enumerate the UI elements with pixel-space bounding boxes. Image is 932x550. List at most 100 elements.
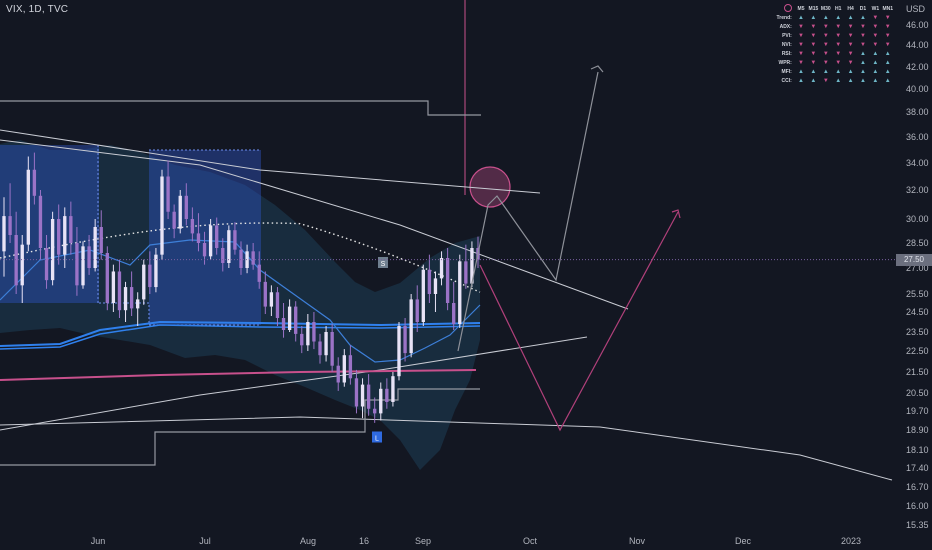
up-signal-icon: ▲	[872, 59, 879, 66]
candle-body	[287, 306, 292, 330]
candle-body	[38, 195, 43, 248]
timeframe-header: M15	[808, 5, 819, 12]
target-circle	[469, 166, 511, 208]
down-signal-icon: ▼	[835, 32, 842, 39]
down-signal-icon: ▼	[798, 32, 804, 39]
down-signal-icon: ▼	[847, 59, 854, 66]
candle-body	[190, 219, 195, 234]
y-tick-label: 19.70	[906, 406, 929, 416]
down-signal-icon: ▼	[884, 41, 891, 48]
candle-body	[2, 216, 6, 252]
indicator-label: RSI:	[781, 50, 792, 57]
candle-body	[142, 264, 146, 300]
candle-body	[87, 246, 91, 268]
x-tick-label: 16	[359, 536, 369, 546]
y-tick-label: 34.00	[906, 158, 929, 168]
candle-body	[433, 278, 438, 294]
down-signal-icon: ▼	[872, 23, 879, 30]
up-signal-icon: ▲	[798, 14, 804, 21]
indicator-label: CCI:	[781, 77, 792, 84]
candle-body	[275, 292, 280, 318]
candle-body	[227, 230, 231, 263]
down-signal-icon: ▼	[798, 50, 804, 57]
candle-body	[32, 169, 37, 196]
candle-body	[452, 303, 456, 324]
down-signal-icon: ▼	[835, 23, 842, 30]
up-signal-icon: ▲	[847, 14, 854, 21]
candle-body	[148, 264, 152, 288]
down-signal-icon: ▼	[822, 50, 829, 57]
down-signal-icon: ▼	[835, 41, 842, 48]
candle-body	[136, 299, 140, 309]
y-tick-label: 16.00	[906, 501, 929, 511]
candle-body	[397, 326, 401, 377]
y-tick-label: 36.00	[906, 132, 929, 142]
candle-body	[69, 216, 73, 243]
indicator-row: PVI: ▼ ▼ ▼ ▼ ▼ ▼ ▼ ▼	[770, 31, 894, 40]
candle-body	[360, 384, 365, 407]
candle-body	[154, 254, 158, 288]
down-signal-icon: ▼	[810, 23, 817, 30]
timeframe-header: MN1	[882, 5, 894, 12]
y-tick-label: 20.50	[906, 388, 929, 398]
down-signal-icon: ▼	[810, 59, 817, 66]
up-signal-icon: ▲	[859, 77, 866, 84]
candle-body	[409, 299, 413, 354]
candle-body	[50, 219, 55, 281]
candle-body	[233, 230, 237, 250]
candle-body	[14, 235, 18, 286]
x-tick-label: Dec	[735, 536, 752, 546]
up-signal-icon: ▲	[872, 68, 879, 75]
gear-icon[interactable]	[770, 3, 795, 14]
down-signal-icon: ▼	[847, 32, 854, 39]
candle-body	[385, 388, 389, 402]
y-tick-label: 25.50	[906, 289, 929, 299]
down-signal-icon: ▼	[884, 23, 891, 30]
up-signal-icon: ▲	[847, 68, 854, 75]
y-tick-label: 24.50	[906, 307, 929, 317]
down-signal-icon: ▼	[810, 32, 817, 39]
down-signal-icon: ▼	[822, 23, 829, 30]
indicator-row: Trend: ▲ ▲ ▲ ▲ ▲ ▲ ▼ ▼	[770, 13, 894, 22]
indicator-label: NVI:	[781, 41, 792, 48]
candle-body	[221, 248, 225, 263]
y-tick-label: 42.00	[906, 62, 929, 72]
y-tick-label: 21.50	[906, 367, 929, 377]
up-signal-icon: ▲	[859, 14, 866, 21]
up-signal-icon: ▲	[822, 68, 829, 75]
indicator-panel: M5 M15 M30 H1 H4 D1 W1 MN1 Trend: ▲ ▲ ▲ ▲ ▲ ▲ ▼ ▼ ADX: ▼ ▼ ▼…	[770, 3, 894, 85]
candle-body	[300, 333, 304, 346]
bearish-projection-path	[479, 211, 679, 432]
down-signal-icon: ▼	[822, 59, 829, 66]
signal-marker-label: L	[375, 436, 379, 443]
candle-body	[184, 195, 188, 219]
indicator-row: NVI: ▼ ▼ ▼ ▼ ▼ ▼ ▼ ▼	[770, 40, 894, 49]
y-tick-label: 28.50	[906, 238, 929, 248]
candle-body	[239, 249, 243, 268]
down-signal-icon: ▼	[798, 23, 804, 30]
indicator-row: CCI: ▲ ▲ ▼ ▲ ▲ ▲ ▲ ▲	[770, 76, 894, 85]
upper-channel-step	[0, 100, 481, 116]
up-signal-icon: ▲	[810, 77, 817, 84]
candle-body	[294, 306, 298, 334]
candle-body	[269, 292, 274, 307]
down-signal-icon: ▼	[835, 59, 842, 66]
timeframe-header: D1	[859, 5, 867, 12]
candle-body	[99, 227, 103, 253]
down-signal-icon: ▼	[872, 32, 879, 39]
y-tick-label: 32.00	[906, 185, 929, 195]
candle-body	[208, 225, 213, 257]
candle-body	[81, 246, 85, 286]
down-signal-icon: ▼	[872, 14, 879, 21]
y-tick-label: 30.00	[906, 214, 929, 224]
candle-body	[129, 287, 134, 309]
candle-body	[415, 299, 419, 322]
up-signal-icon: ▲	[847, 77, 854, 84]
x-tick-label: Jun	[91, 536, 106, 546]
timeframe-header: W1	[871, 5, 880, 12]
arrow-head-1	[590, 65, 604, 73]
up-signal-icon: ▲	[884, 50, 891, 57]
down-signal-icon: ▼	[822, 41, 829, 48]
y-tick-label: 15.35	[906, 520, 929, 530]
x-tick-label: Jul	[199, 536, 211, 546]
